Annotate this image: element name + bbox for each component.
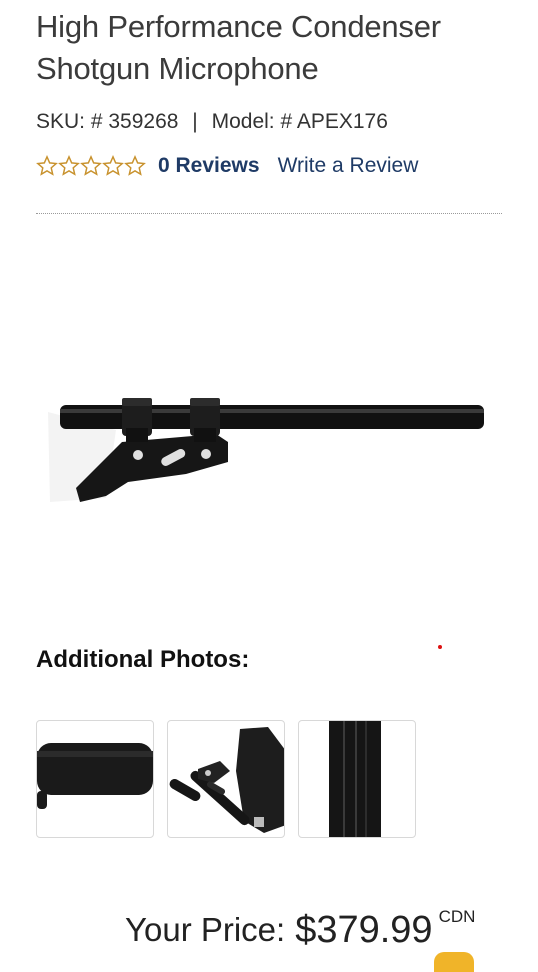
- additional-photos-heading: Additional Photos:: [36, 646, 250, 673]
- star-icon: [58, 155, 80, 176]
- star-icon: [102, 155, 124, 176]
- rating-stars[interactable]: [36, 155, 146, 177]
- foam-windscreen-icon: [37, 743, 153, 809]
- rating-row: 0 Reviews Write a Review: [36, 152, 418, 180]
- price-amount: $379.99: [295, 909, 433, 951]
- star-icon: [124, 155, 146, 176]
- price-label: Your Price:: [125, 911, 286, 948]
- write-review-link[interactable]: Write a Review: [278, 154, 419, 178]
- thumbnail-foam-windscreen[interactable]: [36, 720, 154, 838]
- additional-photos-gallery: [36, 720, 429, 838]
- shotgun-microphone-icon: [48, 398, 484, 502]
- price-display: Your Price: $379.99 CDN: [125, 905, 475, 955]
- product-title-line1: High Performance Condenser: [36, 9, 441, 44]
- thumbnail-microphone-tube[interactable]: [298, 720, 416, 838]
- microphone-tube-icon: [329, 721, 381, 837]
- thumbnail-kit-contents[interactable]: [167, 720, 285, 838]
- product-main-image[interactable]: [36, 230, 502, 610]
- star-icon: [36, 155, 58, 176]
- product-title-line2: Shotgun Microphone: [36, 51, 319, 86]
- product-identifiers: SKU: # 359268 | Model: # APEX176: [36, 110, 388, 134]
- kit-contents-icon: [169, 727, 284, 833]
- section-divider: [36, 213, 502, 214]
- identifier-separator: |: [192, 110, 198, 133]
- add-to-cart-button-partial[interactable]: [434, 952, 474, 972]
- sku-label: SKU: # 359268: [36, 110, 179, 133]
- price-currency: CDN: [438, 907, 476, 926]
- reviews-count-link[interactable]: 0 Reviews: [158, 154, 260, 178]
- product-title: High Performance Condenser Shotgun Micro…: [36, 6, 516, 90]
- indicator-dot: [438, 645, 442, 649]
- star-icon: [80, 155, 102, 176]
- model-label: Model: # APEX176: [211, 110, 388, 133]
